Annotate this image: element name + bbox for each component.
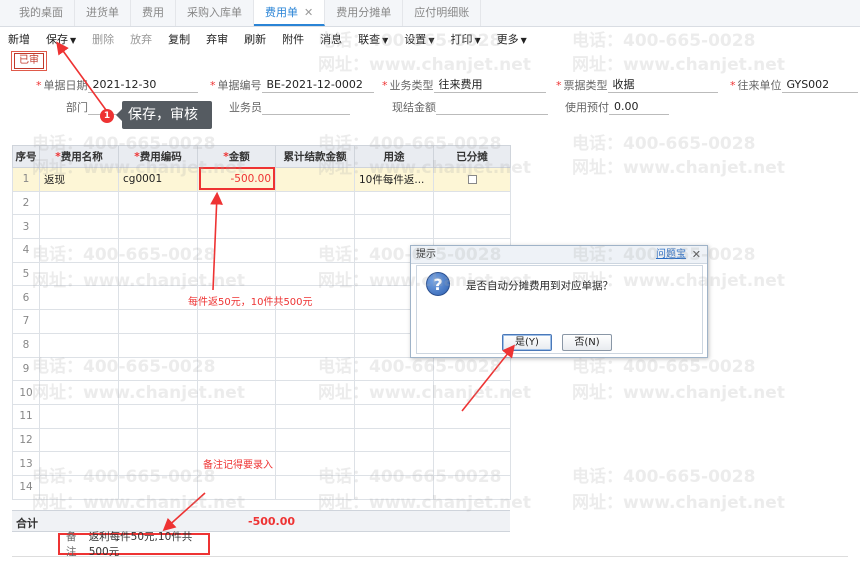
prepay-input[interactable]: 0.00	[609, 99, 669, 115]
abandon-button[interactable]: 放弃	[122, 31, 160, 47]
allocation-dialog: 提示 问题宝 ✕ ? 是否自动分摊费用到对应单据？ 是(Y) 否(N)	[410, 245, 708, 358]
close-icon[interactable]: ✕	[304, 6, 313, 19]
cash-input[interactable]	[436, 99, 548, 115]
table-row[interactable]: 10	[12, 380, 511, 405]
tab-expense-bill[interactable]: 费用单 ✕	[254, 0, 326, 26]
table-row[interactable]: 9	[12, 356, 511, 382]
amount-highlight	[199, 167, 275, 190]
divider	[12, 556, 848, 557]
table-row[interactable]: 2	[12, 190, 511, 216]
new-button[interactable]: 新增	[6, 31, 38, 47]
message-button[interactable]: 消息	[312, 31, 350, 47]
watermark: 网址：www.chanjet.net	[318, 55, 531, 75]
cell-code[interactable]: cg0001	[118, 167, 198, 192]
tab-my-desktop[interactable]: 我的桌面	[8, 0, 75, 26]
chevron-down-icon: ▼	[382, 36, 389, 45]
col-header-allocated[interactable]: 已分摊	[433, 145, 511, 168]
chevron-down-icon: ▼	[474, 36, 481, 45]
save-audit-tooltip: 保存，审核	[122, 101, 212, 129]
total-amount: -500.00	[248, 515, 296, 528]
watermark: 网址：www.chanjet.net	[572, 55, 785, 75]
dialog-message: 是否自动分摊费用到对应单据？	[466, 280, 613, 292]
amount-note: 每件返50元，10件共500元	[188, 297, 313, 308]
status-badge: 已审	[14, 53, 44, 69]
watermark: 网址：www.chanjet.net	[572, 493, 785, 513]
more-button[interactable]: 更多 ▼	[489, 31, 535, 47]
col-header-name[interactable]: *费用名称	[39, 145, 119, 168]
refresh-button[interactable]: 刷新	[236, 31, 274, 47]
clerk-input[interactable]	[262, 99, 350, 115]
unaudit-button[interactable]: 弃审	[198, 31, 236, 47]
tab-bar: 我的桌面 进货单 费用 采购入库单 费用单 ✕ 费用分摊单 应付明细账	[0, 0, 860, 27]
chevron-down-icon: ▼	[70, 36, 77, 45]
link-query-button[interactable]: 联查 ▼	[350, 31, 396, 47]
code-input[interactable]: BE-2021-12-0002	[261, 77, 374, 93]
col-header-purpose[interactable]: 用途	[354, 145, 434, 168]
remark-field[interactable]: 备注 返利每件50元,10件共500元	[58, 531, 210, 558]
close-icon[interactable]: ✕	[692, 246, 701, 264]
col-header-settled[interactable]: 累计结款金额	[275, 145, 355, 168]
chevron-down-icon: ▼	[520, 36, 527, 45]
tab-expense-allocation[interactable]: 费用分摊单	[325, 0, 404, 26]
clerk-field: 业务员	[229, 98, 350, 116]
chevron-down-icon: ▼	[428, 36, 435, 45]
allocated-checkbox[interactable]	[467, 174, 477, 184]
col-header-idx: 序号	[12, 145, 40, 168]
question-icon: ?	[426, 272, 450, 296]
watermark: 电话：400-665-0028	[572, 134, 756, 154]
cash-field: 现结金额	[392, 98, 548, 116]
dialog-body: ? 是否自动分摊费用到对应单据？ 是(Y) 否(N)	[416, 265, 703, 354]
table-row[interactable]: 12	[12, 427, 511, 453]
tab-purchase-receipt[interactable]: 采购入库单	[176, 0, 254, 26]
yes-button[interactable]: 是(Y)	[502, 334, 552, 351]
biztype-input[interactable]: 往来费用	[433, 77, 546, 93]
table-row[interactable]: 14	[12, 474, 511, 500]
settings-button[interactable]: 设置 ▼	[396, 31, 442, 47]
total-row: 合计 -500.00	[12, 510, 510, 532]
watermark: 电话：400-665-0028	[572, 467, 756, 487]
remark-note: 备注记得要录入	[203, 460, 273, 471]
copy-button[interactable]: 复制	[160, 31, 198, 47]
dialog-help-link[interactable]: 问题宝	[656, 246, 686, 264]
dialog-title: 提示	[416, 249, 436, 260]
remark-input[interactable]: 返利每件50元,10件共500元	[89, 529, 208, 559]
cell-purpose[interactable]: 10件每件返...	[354, 167, 434, 192]
dialog-titlebar: 提示 问题宝 ✕	[411, 246, 707, 264]
attachment-button[interactable]: 附件	[274, 31, 312, 47]
partner-input[interactable]: GYS002	[781, 77, 858, 93]
col-header-amount[interactable]: *金额	[197, 145, 276, 168]
cell-settled[interactable]	[275, 167, 355, 192]
watermark: 网址：www.chanjet.net	[572, 158, 785, 178]
watermark: 网址：www.chanjet.net	[572, 383, 785, 403]
cell-allocated[interactable]	[433, 167, 511, 192]
biztype-field: * 业务类型 往来费用	[382, 76, 546, 94]
col-header-code[interactable]: *费用编码	[118, 145, 198, 168]
delete-button[interactable]: 删除	[84, 31, 122, 47]
prepay-field: 使用预付 0.00	[565, 98, 669, 116]
save-button[interactable]: 保存 ▼	[38, 31, 84, 47]
cell-name[interactable]: 返现	[39, 167, 119, 192]
tab-purchase-order[interactable]: 进货单	[75, 0, 131, 26]
print-button[interactable]: 打印 ▼	[442, 31, 488, 47]
toolbar: 新增 保存 ▼ 删除 放弃 复制 弃审 刷新 附件 消息 联查 ▼ 设置 ▼ 打印 ▼ …	[0, 28, 860, 50]
billtype-field: * 票据类型 收据	[556, 76, 718, 94]
step-badge: 1	[100, 109, 114, 123]
no-button[interactable]: 否(N)	[562, 334, 612, 351]
partner-field: * 往来单位 GYS002	[730, 76, 858, 94]
date-field: * 单据日期 2021-12-30	[36, 76, 198, 94]
billtype-input[interactable]: 收据	[607, 77, 718, 93]
table-row[interactable]: 3	[12, 214, 511, 240]
grid-header-row: 序号 *费用名称 *费用编码 *金额 累计结款金额 用途 已分摊	[12, 145, 511, 168]
total-label: 合计	[16, 517, 38, 530]
tab-payable-detail[interactable]: 应付明细账	[403, 0, 482, 26]
code-field: * 单据编号 BE-2021-12-0002	[210, 76, 374, 94]
date-input[interactable]: 2021-12-30	[87, 77, 198, 93]
tab-expense[interactable]: 费用	[131, 0, 176, 26]
table-row[interactable]: 11	[12, 403, 511, 429]
